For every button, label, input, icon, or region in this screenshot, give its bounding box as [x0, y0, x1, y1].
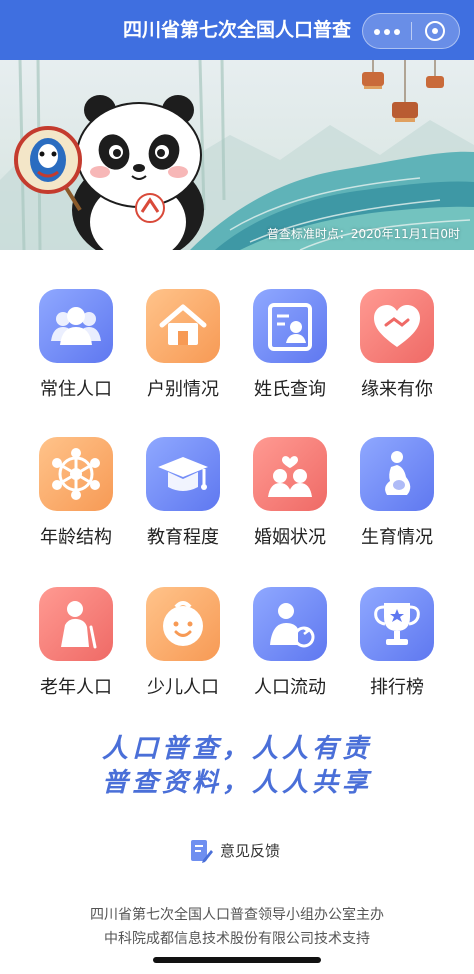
- tile-label: 户别情况: [147, 379, 219, 400]
- feedback-button[interactable]: 意见反馈: [188, 836, 298, 866]
- tile-household[interactable]: 户别情况: [128, 289, 238, 429]
- tile-icon-bg: [146, 289, 220, 363]
- close-dot-icon: [432, 28, 438, 34]
- trophy-icon: [374, 603, 420, 645]
- census-time-label: 普查标准时点：2020年11月1日0时: [266, 227, 460, 241]
- tile-resident-population[interactable]: 常住人口: [21, 289, 131, 429]
- tile-icon-bg: [146, 437, 220, 511]
- home-indicator: [153, 957, 321, 963]
- footer-host: 四川省第七次全国人口普查领导小组办公室主办: [90, 907, 384, 923]
- tile-icon-bg: [253, 437, 327, 511]
- banner: 普查标准时点：2020年11月1日0时: [0, 60, 474, 250]
- tile-label: 人口流动: [254, 677, 326, 698]
- network-icon: [52, 448, 100, 500]
- tile-label: 少儿人口: [147, 677, 219, 698]
- tile-icon-bg: [360, 587, 434, 661]
- more-dot-icon: [384, 29, 390, 35]
- heart-icon: [374, 305, 420, 347]
- tile-education[interactable]: 教育程度: [128, 437, 238, 577]
- pregnant-icon: [385, 451, 411, 495]
- tile-label: 老年人口: [40, 677, 112, 698]
- close-button[interactable]: [412, 14, 459, 48]
- capsule-menu: [362, 13, 460, 49]
- tile-icon-bg: [253, 289, 327, 363]
- tile-marital-status[interactable]: 婚姻状况: [235, 437, 345, 577]
- graduation-cap-icon: [158, 457, 208, 491]
- banner-illustration: [0, 60, 474, 250]
- tile-icon-bg: [360, 437, 434, 511]
- person-flow-icon: [270, 603, 315, 648]
- house-icon: [159, 304, 207, 345]
- tile-fate-with-you[interactable]: 缘来有你: [342, 289, 452, 429]
- tile-label: 姓氏查询: [254, 379, 326, 400]
- tile-label: 年龄结构: [40, 527, 112, 548]
- elder-icon: [61, 601, 97, 649]
- tile-icon-bg: [253, 587, 327, 661]
- tile-elderly-population[interactable]: 老年人口: [21, 587, 131, 727]
- tile-surname-query[interactable]: 姓氏查询: [235, 289, 345, 429]
- tile-icon-bg: [360, 289, 434, 363]
- id-card-icon: [268, 303, 312, 351]
- feedback-label: 意见反馈: [220, 842, 281, 860]
- tile-icon-bg: [39, 437, 113, 511]
- tile-label: 生育情况: [361, 527, 433, 548]
- slogan-line-2: 普查资料，人人共享: [101, 768, 372, 798]
- slogan-line-1: 人口普查，人人有责: [101, 734, 372, 764]
- tile-fertility[interactable]: 生育情况: [342, 437, 452, 577]
- child-face-icon: [163, 601, 203, 646]
- footer-support: 中科院成都信息技术股份有限公司技术支持: [104, 931, 370, 947]
- tile-ranking[interactable]: 排行榜: [342, 587, 452, 727]
- tile-child-population[interactable]: 少儿人口: [128, 587, 238, 727]
- couple-icon: [268, 456, 312, 497]
- tile-icon-bg: [39, 587, 113, 661]
- tile-age-structure[interactable]: 年龄结构: [21, 437, 131, 577]
- tile-icon-bg: [146, 587, 220, 661]
- tile-label: 缘来有你: [361, 379, 433, 400]
- more-button[interactable]: [363, 14, 411, 48]
- people-icon: [51, 307, 101, 345]
- more-dot-icon: [394, 29, 400, 35]
- tile-label: 常住人口: [40, 379, 112, 400]
- tile-label: 婚姻状况: [254, 527, 326, 548]
- tile-population-mobility[interactable]: 人口流动: [235, 587, 345, 727]
- feedback-icon: [191, 840, 213, 863]
- more-dot-icon: [374, 29, 380, 35]
- app-header: 四川省第七次全国人口普查: [0, 0, 474, 60]
- tile-label: 教育程度: [147, 527, 219, 548]
- tile-icon-bg: [39, 289, 113, 363]
- tile-label: 排行榜: [370, 677, 424, 698]
